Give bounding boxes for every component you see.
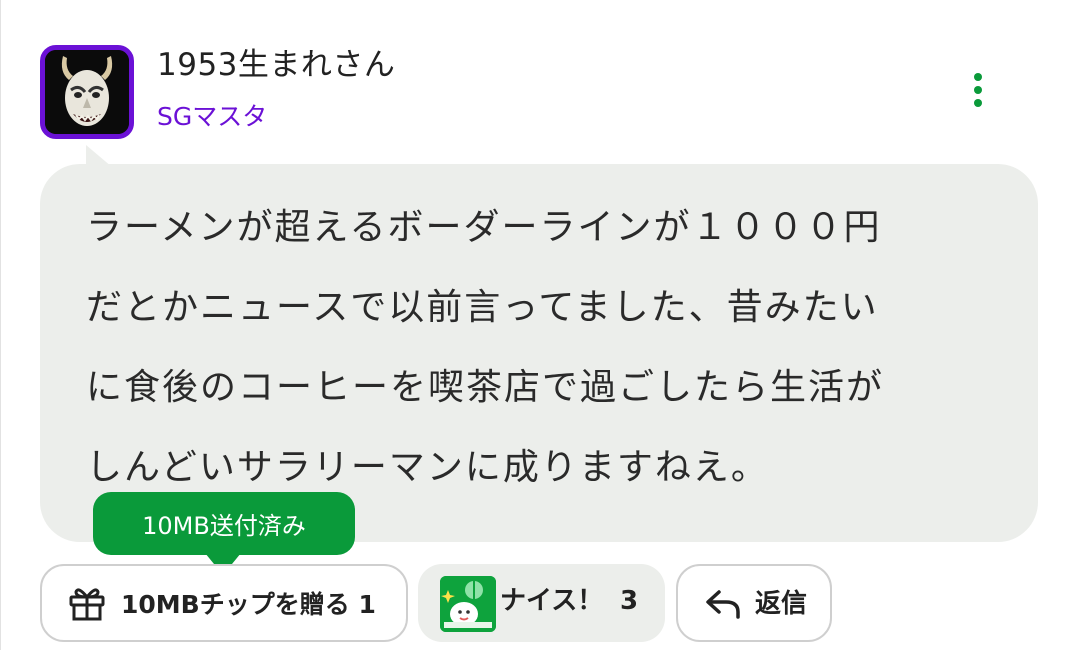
nice-button[interactable]: ナイス！ 3 — [418, 564, 665, 642]
send-tip-text: 10MBチップを贈る — [121, 590, 350, 619]
user-avatar[interactable] — [40, 45, 134, 139]
more-vertical-icon — [974, 73, 982, 107]
comment-text: ラーメンが超えるボーダーラインが１０００円 だとかニュースで以前言ってました、昔… — [86, 207, 885, 488]
send-tip-label: 10MBチップを贈る 1 — [121, 588, 376, 622]
send-tip-button[interactable]: 10MBチップを贈る 1 — [40, 564, 408, 642]
comment-card: 1953生まれさん SGマスタ ラーメンが超えるボーダーラインが１０００円 だと… — [0, 0, 1080, 650]
nice-label: ナイス！ — [500, 586, 604, 616]
left-divider — [0, 0, 1, 650]
reply-label: 返信 — [755, 589, 808, 619]
send-tip-count: 1 — [358, 590, 376, 619]
hannya-mask-icon — [45, 50, 129, 134]
nice-count: 3 — [620, 586, 639, 616]
more-options-button[interactable] — [962, 66, 994, 114]
author-name[interactable]: 1953生まれさん — [157, 45, 395, 85]
reply-button[interactable]: 返信 — [676, 564, 832, 642]
author-rank-badge: SGマスタ — [157, 102, 268, 131]
reply-arrow-icon — [704, 585, 742, 627]
nice-sticker-icon — [440, 576, 496, 632]
tip-sent-badge: 10MB送付済み — [93, 492, 355, 555]
gift-icon — [68, 584, 106, 626]
